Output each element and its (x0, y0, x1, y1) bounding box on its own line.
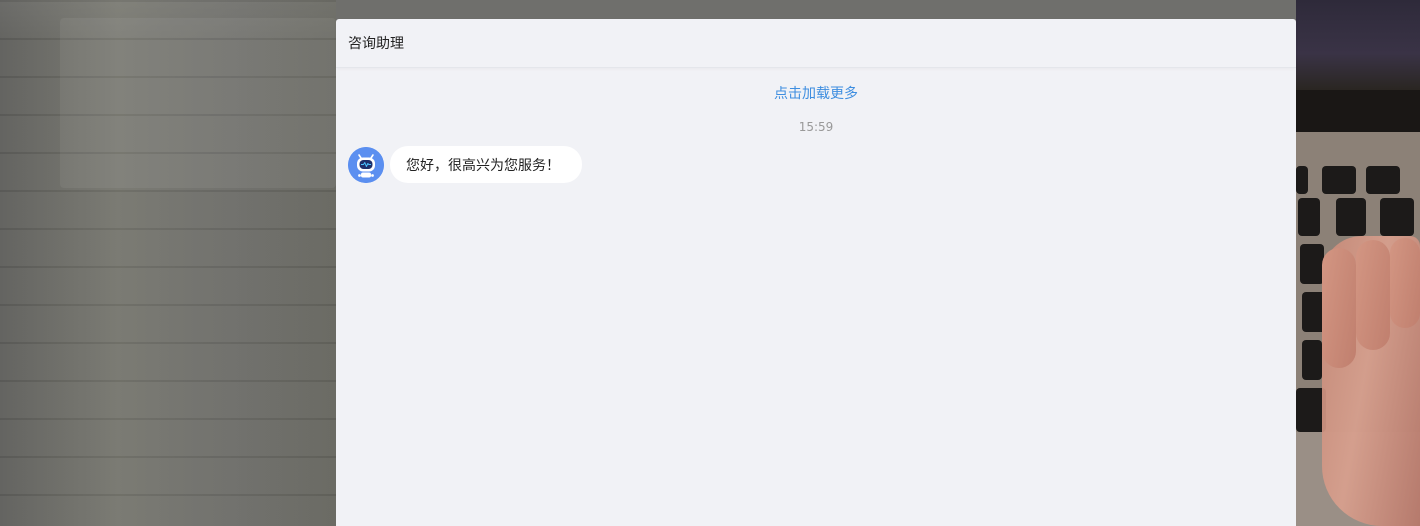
keyboard-key (1336, 198, 1366, 236)
chat-header: 咨询助理 (336, 19, 1296, 68)
bot-avatar (348, 146, 384, 183)
background-finger (1322, 248, 1356, 368)
background-plank (60, 18, 336, 188)
laptop-screen (1296, 0, 1420, 90)
keyboard-key (1380, 198, 1414, 236)
message-timestamp: 15:59 (798, 120, 834, 134)
chat-window: 咨询助理 点击加载更多 15:59 您好，很高兴为您服务！ (336, 19, 1296, 526)
robot-icon (348, 146, 384, 183)
keyboard-key (1322, 166, 1356, 194)
background-finger (1390, 238, 1420, 328)
background-finger (1356, 240, 1390, 350)
background-desk (0, 0, 336, 526)
message-bubble: 您好，很高兴为您服务！ (390, 146, 582, 183)
message-row: 您好，很高兴为您服务！ (348, 146, 582, 183)
message-text: 您好，很高兴为您服务！ (406, 157, 560, 174)
chat-title: 咨询助理 (348, 36, 404, 52)
keyboard-key (1300, 244, 1324, 284)
keyboard-key (1366, 166, 1400, 194)
keyboard-key (1296, 166, 1308, 194)
keyboard-key (1302, 340, 1322, 380)
load-more-link[interactable]: 点击加载更多 (336, 83, 1296, 103)
keyboard-key (1298, 198, 1320, 236)
laptop-bezel (1296, 90, 1420, 132)
